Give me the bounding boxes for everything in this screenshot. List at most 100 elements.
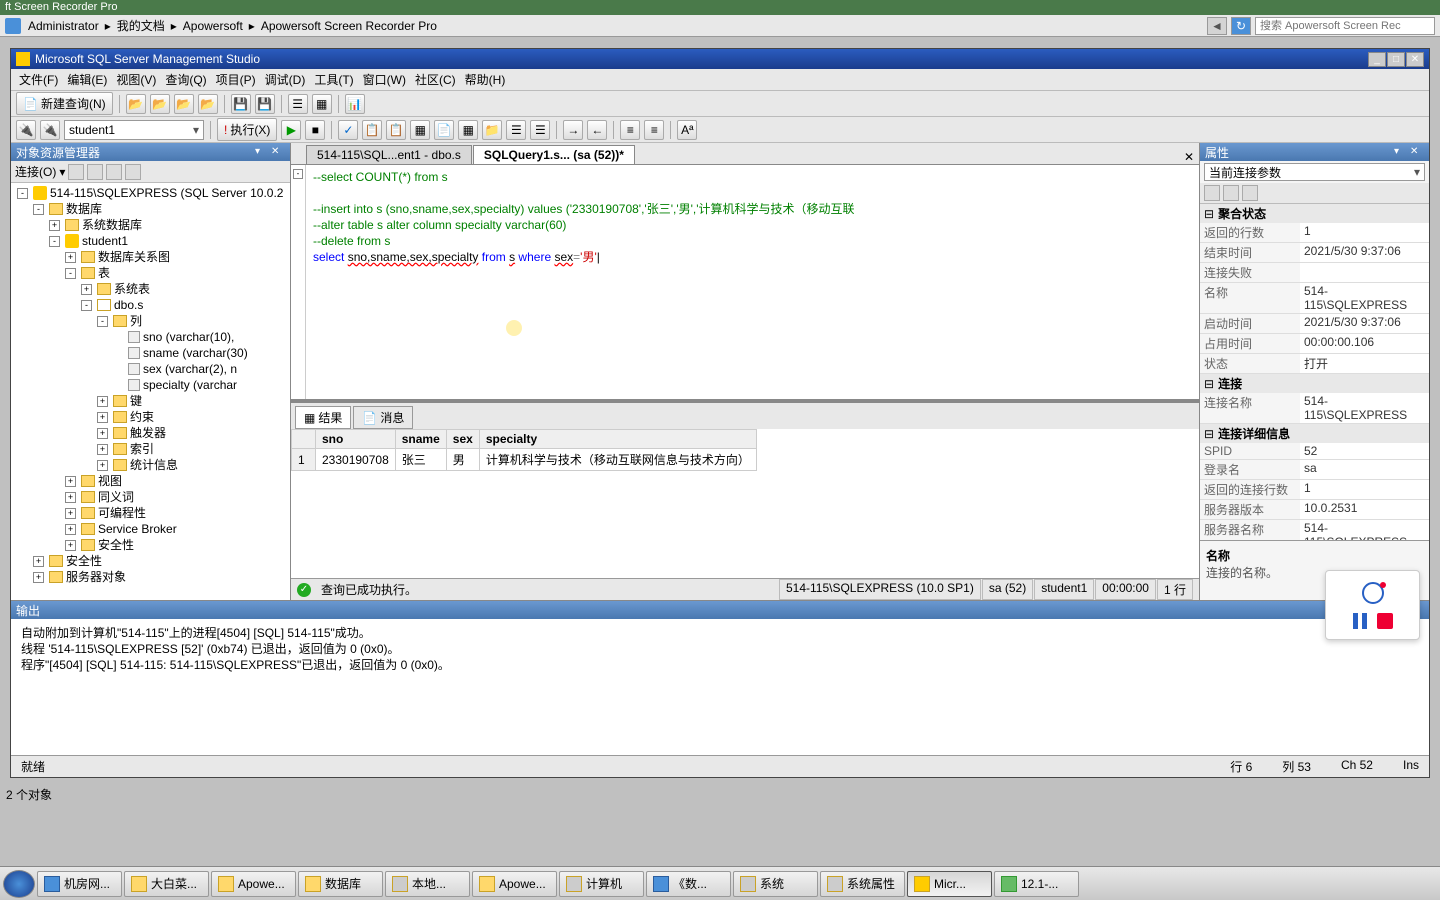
window-titlebar[interactable]: Microsoft SQL Server Management Studio _…: [11, 49, 1429, 69]
close-button[interactable]: ✕: [1406, 52, 1424, 67]
menu-edit[interactable]: 编辑(E): [64, 70, 110, 89]
refresh-icon[interactable]: ↻: [1231, 17, 1251, 35]
tree-node[interactable]: +系统数据库: [13, 217, 288, 233]
pin-icon[interactable]: ▾: [255, 146, 269, 158]
start-button[interactable]: [3, 870, 35, 898]
prop-category[interactable]: 聚合状态: [1200, 204, 1429, 223]
tree-node[interactable]: -列: [13, 313, 288, 329]
tree-node[interactable]: +索引: [13, 441, 288, 457]
camera-icon[interactable]: [1362, 582, 1384, 604]
taskbar-item[interactable]: Apowe...: [211, 871, 296, 897]
tree-node[interactable]: +触发器: [13, 425, 288, 441]
prop-category[interactable]: 连接详细信息: [1200, 424, 1429, 443]
output-text[interactable]: 自动附加到计算机"514-115"上的进程[4504] [SQL] 514-11…: [11, 619, 1429, 755]
prop-category[interactable]: 连接: [1200, 374, 1429, 393]
tree-node[interactable]: +可编程性: [13, 505, 288, 521]
save-icon[interactable]: 💾: [231, 94, 251, 114]
debug-icon[interactable]: ▶: [281, 120, 301, 140]
menu-help[interactable]: 帮助(H): [462, 70, 509, 89]
disconnect-icon[interactable]: [68, 164, 84, 180]
taskbar-item[interactable]: Micr...: [907, 871, 992, 897]
stop-icon[interactable]: ■: [305, 120, 325, 140]
tree-node[interactable]: +Service Broker: [13, 521, 288, 537]
taskbar-item[interactable]: 系统: [733, 871, 818, 897]
menu-project[interactable]: 项目(P): [213, 70, 259, 89]
menu-view[interactable]: 视图(V): [113, 70, 159, 89]
uncomment-icon[interactable]: ☰: [530, 120, 550, 140]
tree-node[interactable]: +同义词: [13, 489, 288, 505]
tree-node[interactable]: +系统表: [13, 281, 288, 297]
maximize-button[interactable]: □: [1387, 52, 1405, 67]
list-icon[interactable]: ☰: [288, 94, 308, 114]
open-icon[interactable]: 📂: [174, 94, 194, 114]
taskbar-item[interactable]: 大白菜...: [124, 871, 209, 897]
bc-item[interactable]: Administrator: [25, 19, 102, 33]
refresh-icon[interactable]: [125, 164, 141, 180]
save-all-icon[interactable]: 💾: [255, 94, 275, 114]
props-icon[interactable]: [1242, 185, 1258, 201]
property-grid[interactable]: 聚合状态 返回的行数1 结束时间2021/5/30 9:37:06 连接失败 名…: [1200, 204, 1429, 540]
recorder-widget[interactable]: [1325, 570, 1420, 640]
pin-icon[interactable]: ▾: [1394, 146, 1408, 158]
tree-column[interactable]: specialty (varchar: [13, 377, 288, 393]
tree-node[interactable]: -数据库: [13, 201, 288, 217]
connect-button[interactable]: 连接(O): [15, 163, 56, 180]
indent-icon[interactable]: ≡: [644, 120, 664, 140]
menu-debug[interactable]: 调试(D): [262, 70, 309, 89]
execute-button[interactable]: !执行(X): [217, 118, 277, 141]
tree-column[interactable]: sname (varchar(30): [13, 345, 288, 361]
bc-item[interactable]: Apowersoft Screen Recorder Pro: [258, 19, 440, 33]
results-text-icon[interactable]: 📄: [434, 120, 454, 140]
tree-node[interactable]: +服务器对象: [13, 569, 288, 585]
stop-button[interactable]: [1377, 613, 1393, 629]
col-header[interactable]: sno: [316, 430, 396, 449]
menu-file[interactable]: 文件(F): [16, 70, 61, 89]
close-icon[interactable]: ✕: [1410, 146, 1424, 158]
tab-active[interactable]: SQLQuery1.s... (sa (52))*: [473, 145, 635, 164]
designer-icon[interactable]: ▦: [410, 120, 430, 140]
tree-node[interactable]: +安全性: [13, 537, 288, 553]
property-object-combo[interactable]: 当前连接参数: [1204, 163, 1425, 181]
nav-back[interactable]: ◄: [1207, 17, 1227, 35]
indent-icon[interactable]: ≡: [620, 120, 640, 140]
menu-tools[interactable]: 工具(T): [311, 70, 356, 89]
activity-icon[interactable]: 📊: [345, 94, 365, 114]
tab-results[interactable]: ▦结果: [295, 406, 351, 429]
database-combo[interactable]: student1: [64, 120, 204, 140]
menu-query[interactable]: 查询(Q): [162, 70, 209, 89]
table-row[interactable]: 1 2330190708 张三 男 计算机科学与技术（移动互联网信息与技术方向）: [292, 449, 757, 471]
change-conn-icon[interactable]: 🔌: [40, 120, 60, 140]
tree-column[interactable]: sno (varchar(10),: [13, 329, 288, 345]
bc-item[interactable]: Apowersoft: [180, 19, 246, 33]
filter-icon[interactable]: [106, 164, 122, 180]
tree-node[interactable]: +统计信息: [13, 457, 288, 473]
tab-close-icon[interactable]: ✕: [1179, 150, 1199, 164]
tree-node[interactable]: +视图: [13, 473, 288, 489]
col-header[interactable]: [292, 430, 316, 449]
tree-node[interactable]: -dbo.s: [13, 297, 288, 313]
open-icon[interactable]: 📂: [126, 94, 146, 114]
tree-node[interactable]: +安全性: [13, 553, 288, 569]
tree-node[interactable]: +数据库关系图: [13, 249, 288, 265]
tree-node[interactable]: +键: [13, 393, 288, 409]
plan-icon[interactable]: 📋: [386, 120, 406, 140]
parse-icon[interactable]: ✓: [338, 120, 358, 140]
close-icon[interactable]: ✕: [271, 146, 285, 158]
categorize-icon[interactable]: [1204, 185, 1220, 201]
specify-icon[interactable]: Aª: [677, 120, 697, 140]
grid-icon[interactable]: ▦: [312, 94, 332, 114]
outdent-icon[interactable]: ←: [587, 120, 607, 140]
taskbar-item[interactable]: 本地...: [385, 871, 470, 897]
menu-community[interactable]: 社区(C): [412, 70, 459, 89]
pause-button[interactable]: [1353, 613, 1367, 629]
alpha-icon[interactable]: [1223, 185, 1239, 201]
col-header[interactable]: sname: [395, 430, 446, 449]
taskbar-item[interactable]: 系统属性: [820, 871, 905, 897]
comment-icon[interactable]: ☰: [506, 120, 526, 140]
taskbar-item[interactable]: 12.1-...: [994, 871, 1079, 897]
open-icon[interactable]: 📂: [150, 94, 170, 114]
taskbar-item[interactable]: 计算机: [559, 871, 644, 897]
new-query-button[interactable]: 📄新建查询(N): [16, 92, 113, 115]
object-tree[interactable]: -514-115\SQLEXPRESS (SQL Server 10.0.2 -…: [11, 183, 290, 600]
indent-icon[interactable]: →: [563, 120, 583, 140]
